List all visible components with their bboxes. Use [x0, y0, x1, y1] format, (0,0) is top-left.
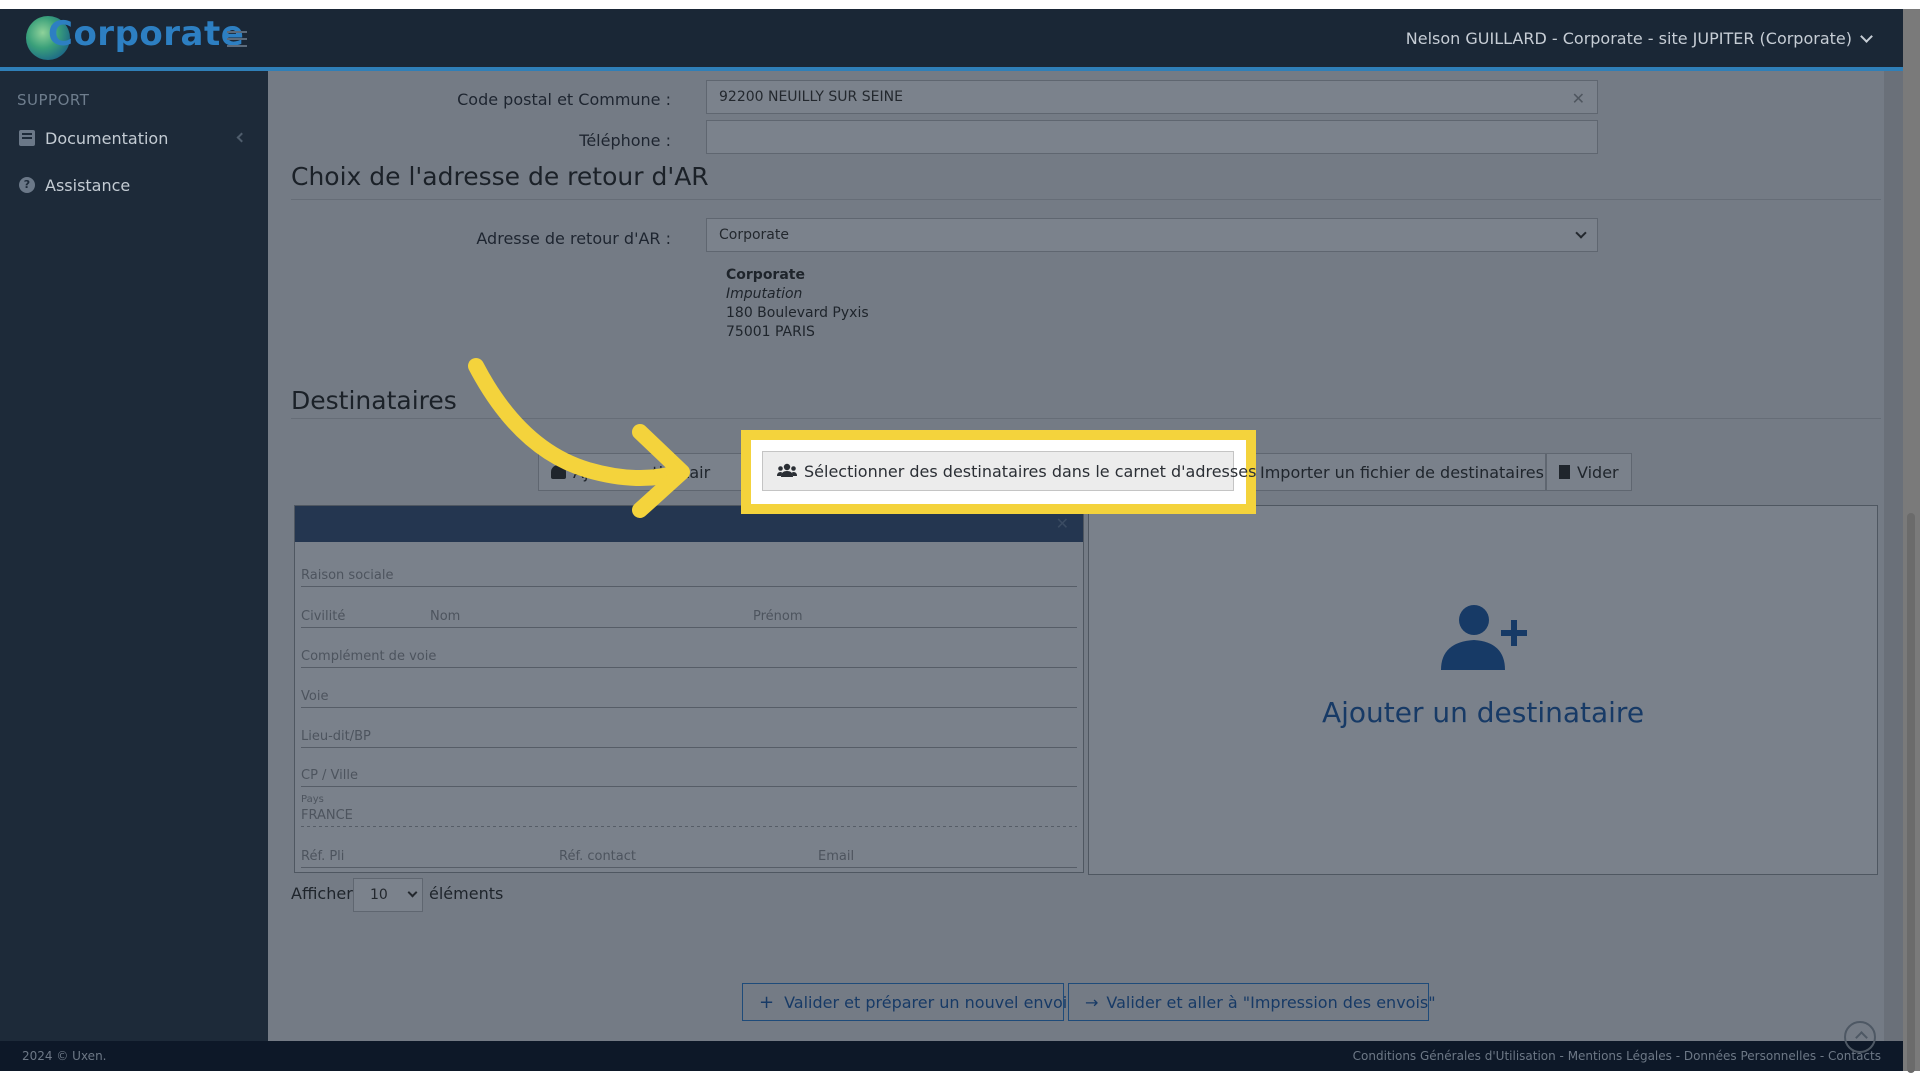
select-from-address-book-button[interactable]: Sélectionner des destinataires dans le c…: [762, 451, 1256, 491]
recipients-title: Destinataires: [291, 386, 457, 415]
pays-field[interactable]: FRANCE: [301, 808, 353, 823]
user-label: Nelson GUILLARD - Corporate - site JUPIT…: [1405, 29, 1852, 48]
user-plus-icon: [551, 465, 566, 479]
field-underline: [301, 747, 1077, 748]
app: Corporate Nelson GUILLARD - Corporate - …: [0, 0, 1920, 1080]
postal-value: 92200 NEUILLY SUR SEINE: [719, 89, 903, 105]
top-bar: Corporate Nelson GUILLARD - Corporate - …: [0, 9, 1903, 71]
plus-icon: +: [759, 991, 775, 1013]
field-underline: [301, 786, 1077, 787]
validate-new-button[interactable]: + Valider et préparer un nouvel envoi: [742, 983, 1068, 1021]
footer-links[interactable]: Conditions Générales d'Utilisation - Men…: [1353, 1049, 1881, 1063]
sidebar-item-label: Assistance: [45, 175, 131, 195]
cp-ville-field[interactable]: CP / Ville: [301, 768, 358, 783]
page-scrollbar-track[interactable]: [1884, 71, 1903, 1041]
select-from-address-book-label: Sélectionner des destinataires dans le c…: [804, 461, 1257, 481]
field-underline: [301, 627, 1077, 628]
trash-icon: [1559, 465, 1570, 479]
ref-contact-field[interactable]: Réf. contact: [559, 849, 636, 864]
user-plus-icon: [1441, 605, 1527, 670]
nom-field[interactable]: Nom: [430, 609, 460, 624]
add-recipient-panel[interactable]: Ajouter un destinataire: [1088, 505, 1878, 875]
raison-sociale-field[interactable]: Raison sociale: [301, 568, 394, 583]
prenom-field[interactable]: Prénom: [753, 609, 803, 624]
ar-address-city: 75001 PARIS: [726, 324, 815, 340]
pays-label: Pays: [301, 794, 324, 805]
page-size-select[interactable]: 10: [353, 878, 423, 912]
import-file-button[interactable]: Importer un fichier de destinataires: [1234, 453, 1546, 491]
ar-section-title: Choix de l'adresse de retour d'AR: [291, 162, 709, 191]
close-icon[interactable]: ✕: [1056, 514, 1069, 533]
ref-pli-field[interactable]: Réf. Pli: [301, 849, 344, 864]
validate-new-label: Valider et préparer un nouvel envoi: [784, 992, 1068, 1012]
sidebar-item-assistance[interactable]: ? Assistance: [19, 171, 249, 199]
footer: 2024 © Uxen. Conditions Générales d'Util…: [0, 1041, 1903, 1071]
sidebar-heading: SUPPORT: [17, 91, 90, 109]
sidebar-item-documentation[interactable]: Documentation: [19, 124, 249, 152]
show-label: Afficher: [291, 884, 353, 903]
voie-field[interactable]: Voie: [301, 689, 328, 704]
chevron-down-icon: [407, 887, 418, 898]
chevron-down-icon: [1575, 227, 1587, 239]
user-menu[interactable]: Nelson GUILLARD - Corporate - site JUPIT…: [1405, 29, 1873, 48]
users-icon: [777, 462, 797, 481]
chevron-left-icon: [236, 132, 247, 143]
validate-print-label: Valider et aller à "Impression des envoi…: [1106, 992, 1436, 1012]
sidebar: SUPPORT Documentation ? Assistance: [0, 71, 268, 1041]
ar-address-imputation: Imputation: [726, 286, 803, 302]
page-size-value: 10: [370, 887, 388, 903]
add-recipient-label-end: tinatair: [652, 462, 711, 482]
clear-label: Vider: [1577, 462, 1619, 482]
ar-address: Corporate Imputation 180 Boulevard Pyxis…: [726, 266, 869, 342]
section-divider: [291, 199, 1881, 200]
clear-button[interactable]: Vider: [1546, 453, 1632, 491]
complement-field[interactable]: Complément de voie: [301, 649, 436, 664]
add-recipient-label-start: Aj: [573, 462, 589, 482]
validate-print-button[interactable]: → Valider et aller à "Impression des env…: [1068, 983, 1436, 1021]
window-scrollbar-thumb[interactable]: [1907, 513, 1915, 1073]
ar-select-value: Corporate: [719, 227, 789, 243]
hamburger-menu-icon[interactable]: [227, 31, 247, 47]
field-underline: [301, 667, 1077, 668]
add-recipient-title: Ajouter un destinataire: [1321, 696, 1645, 729]
import-file-label: Importer un fichier de destinataires: [1260, 462, 1544, 482]
field-underline: [301, 586, 1077, 587]
civilite-field[interactable]: Civilité: [301, 609, 345, 624]
field-underline: [301, 707, 1077, 708]
ar-address-street: 180 Boulevard Pyxis: [726, 305, 869, 321]
clear-icon[interactable]: ✕: [1572, 89, 1585, 108]
scroll-to-top-button[interactable]: [1844, 1021, 1876, 1053]
footer-copyright: 2024 © Uxen.: [22, 1049, 107, 1063]
ar-label: Adresse de retour d'AR :: [476, 229, 671, 248]
postal-field[interactable]: 92200 NEUILLY SUR SEINE ✕: [706, 80, 1598, 114]
chevron-down-icon: [1860, 30, 1873, 43]
section-divider: [291, 418, 1881, 419]
field-underline: [301, 826, 1077, 827]
add-recipient-button[interactable]: Aj tinatair: [538, 453, 748, 491]
recipient-card: ✕ Raison sociale Civilité Nom Prénom Com…: [294, 505, 1084, 873]
phone-field[interactable]: [706, 120, 1598, 154]
lieu-dit-field[interactable]: Lieu-dit/BP: [301, 729, 371, 744]
logo-text: Corporate: [48, 14, 245, 54]
logo[interactable]: Corporate: [26, 12, 244, 64]
question-circle-icon: ?: [19, 177, 35, 193]
show-suffix: éléments: [429, 884, 504, 903]
ar-select[interactable]: Corporate: [706, 218, 1598, 252]
arrow-right-icon: →: [1085, 992, 1099, 1012]
postal-label: Code postal et Commune :: [457, 90, 671, 109]
ar-address-name: Corporate: [726, 267, 805, 283]
email-field[interactable]: Email: [818, 849, 854, 864]
field-underline: [301, 867, 1077, 868]
phone-label: Téléphone :: [579, 131, 671, 150]
sidebar-item-label: Documentation: [45, 128, 169, 148]
book-icon: [19, 130, 35, 146]
